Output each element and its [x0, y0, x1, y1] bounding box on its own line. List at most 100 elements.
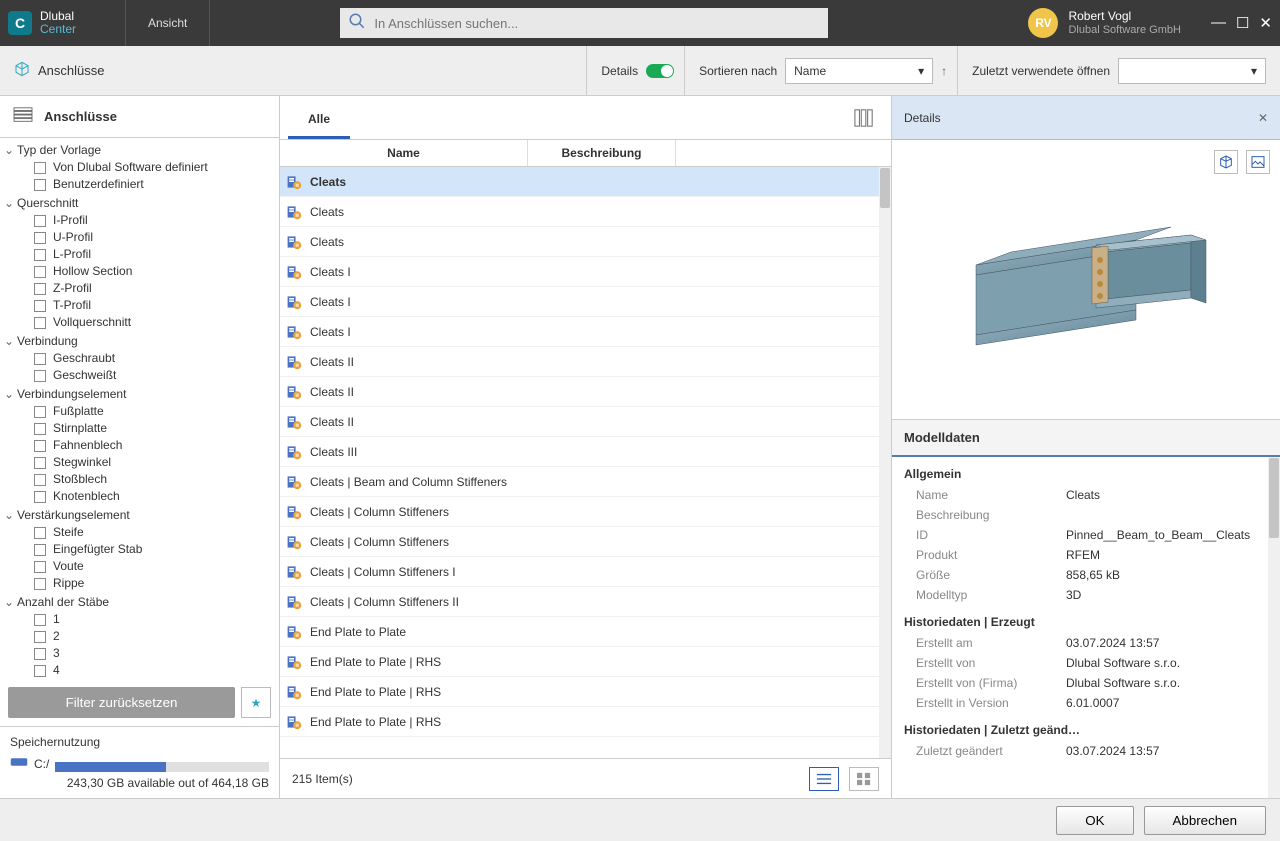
checkbox[interactable] [34, 300, 46, 312]
tree-group-label[interactable]: ⌄Anzahl der Stäbe [4, 594, 271, 611]
table-row[interactable]: Cleats I [280, 257, 891, 287]
sort-select[interactable]: Name ▾ [785, 58, 933, 84]
table-row[interactable]: Cleats | Column Stiffeners II [280, 587, 891, 617]
tree-item[interactable]: 2 [4, 628, 271, 645]
column-config-icon[interactable] [845, 100, 883, 139]
view-menu[interactable]: Ansicht [126, 0, 210, 46]
table-row[interactable]: Cleats II [280, 407, 891, 437]
checkbox[interactable] [34, 232, 46, 244]
tree-item[interactable]: Fußplatte [4, 403, 271, 420]
close-details-icon[interactable]: ✕ [1258, 111, 1268, 125]
table-row[interactable]: Cleats | Beam and Column Stiffeners [280, 467, 891, 497]
ok-button[interactable]: OK [1056, 806, 1133, 835]
checkbox[interactable] [34, 527, 46, 539]
table-row[interactable]: End Plate to Plate | RHS [280, 647, 891, 677]
checkbox[interactable] [34, 631, 46, 643]
checkbox[interactable] [34, 266, 46, 278]
table-row[interactable]: End Plate to Plate [280, 617, 891, 647]
col-name[interactable]: Name [280, 140, 528, 166]
table-row[interactable]: Cleats [280, 227, 891, 257]
checkbox[interactable] [34, 370, 46, 382]
checkbox[interactable] [34, 561, 46, 573]
tree-item[interactable]: Z-Profil [4, 280, 271, 297]
tree-item[interactable]: Stirnplatte [4, 420, 271, 437]
table-row[interactable]: Cleats III [280, 437, 891, 467]
table-row[interactable]: Cleats [280, 197, 891, 227]
user-block[interactable]: RV Robert Vogl Dlubal Software GmbH — ☐ … [1028, 8, 1280, 38]
tree-item[interactable]: Stegwinkel [4, 454, 271, 471]
tree-item[interactable]: Benutzerdefiniert [4, 176, 271, 193]
checkbox[interactable] [34, 423, 46, 435]
checkbox[interactable] [34, 578, 46, 590]
reset-filter-button[interactable]: Filter zurücksetzen [8, 687, 235, 718]
table-row[interactable]: Cleats | Column Stiffeners [280, 527, 891, 557]
checkbox[interactable] [34, 457, 46, 469]
tree-item[interactable]: Vollquerschnitt [4, 314, 271, 331]
tree-item[interactable]: I-Profil [4, 212, 271, 229]
tree-group-label[interactable]: ⌄Typ der Vorlage [4, 142, 271, 159]
sort-direction-icon[interactable]: ↑ [941, 64, 947, 78]
tree-item[interactable]: Von Dlubal Software definiert [4, 159, 271, 176]
tree-item[interactable]: Stoßblech [4, 471, 271, 488]
scrollbar[interactable] [879, 167, 891, 758]
tree-group-label[interactable]: ⌄Verbindungselement [4, 386, 271, 403]
tree-group-label[interactable]: ⌄Verbindung [4, 333, 271, 350]
tree-item[interactable]: Steife [4, 524, 271, 541]
table-row[interactable]: Cleats | Column Stiffeners I [280, 557, 891, 587]
tree-item[interactable]: Fahnenblech [4, 437, 271, 454]
col-desc[interactable]: Beschreibung [528, 140, 676, 166]
table-row[interactable]: End Plate to Plate | RHS [280, 707, 891, 737]
close-icon[interactable]: ✕ [1259, 14, 1272, 32]
maximize-icon[interactable]: ☐ [1236, 14, 1249, 32]
checkbox[interactable] [34, 491, 46, 503]
tree-item[interactable]: 1 [4, 611, 271, 628]
tree-item[interactable]: Geschraubt [4, 350, 271, 367]
details-toggle[interactable] [646, 64, 674, 78]
recent-select[interactable]: ▾ [1118, 58, 1266, 84]
favorite-button[interactable]: ★ [241, 687, 271, 718]
item-list[interactable]: CleatsCleatsCleatsCleats ICleats ICleats… [280, 167, 891, 758]
search-input[interactable] [374, 16, 820, 31]
tree-item[interactable]: Geschweißt [4, 367, 271, 384]
checkbox[interactable] [34, 215, 46, 227]
checkbox[interactable] [34, 474, 46, 486]
preview-pane[interactable] [892, 140, 1280, 420]
checkbox[interactable] [34, 179, 46, 191]
checkbox[interactable] [34, 162, 46, 174]
view-3d-button[interactable] [1214, 150, 1238, 174]
image-button[interactable] [1246, 150, 1270, 174]
table-row[interactable]: Cleats I [280, 317, 891, 347]
table-row[interactable]: Cleats I [280, 287, 891, 317]
list-view-button[interactable] [809, 767, 839, 791]
tree-item[interactable]: U-Profil [4, 229, 271, 246]
scrollbar[interactable] [1268, 457, 1280, 798]
checkbox[interactable] [34, 317, 46, 329]
checkbox[interactable] [34, 648, 46, 660]
checkbox[interactable] [34, 406, 46, 418]
tree-item[interactable]: T-Profil [4, 297, 271, 314]
table-row[interactable]: Cleats II [280, 347, 891, 377]
checkbox[interactable] [34, 614, 46, 626]
tree-item[interactable]: 4 [4, 662, 271, 679]
checkbox[interactable] [34, 283, 46, 295]
tree-item[interactable]: Voute [4, 558, 271, 575]
tree-group-label[interactable]: ⌄Querschnitt [4, 195, 271, 212]
checkbox[interactable] [34, 544, 46, 556]
tab-all[interactable]: Alle [288, 100, 350, 139]
table-row[interactable]: End Plate to Plate | RHS [280, 677, 891, 707]
checkbox[interactable] [34, 665, 46, 677]
tree-item[interactable]: Hollow Section [4, 263, 271, 280]
checkbox[interactable] [34, 353, 46, 365]
search-box[interactable] [340, 8, 828, 38]
table-row[interactable]: Cleats II [280, 377, 891, 407]
cancel-button[interactable]: Abbrechen [1144, 806, 1266, 835]
tree-item[interactable]: Knotenblech [4, 488, 271, 505]
minimize-icon[interactable]: — [1211, 14, 1226, 32]
table-row[interactable]: Cleats [280, 167, 891, 197]
tree-item[interactable]: Eingefügter Stab [4, 541, 271, 558]
checkbox[interactable] [34, 440, 46, 452]
table-row[interactable]: Cleats | Column Stiffeners [280, 497, 891, 527]
tree-group-label[interactable]: ⌄Verstärkungselement [4, 507, 271, 524]
tree-item[interactable]: 3 [4, 645, 271, 662]
tree-item[interactable]: Rippe [4, 575, 271, 592]
